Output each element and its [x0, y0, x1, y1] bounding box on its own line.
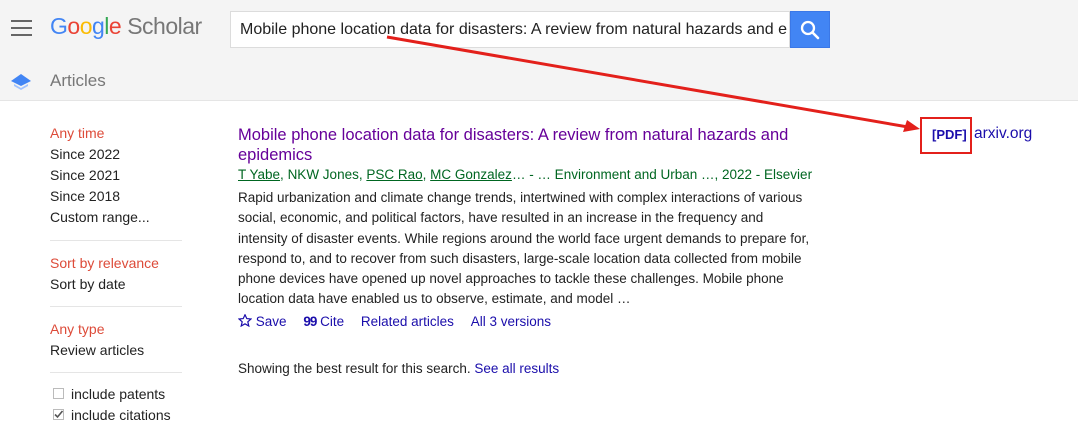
logo-scholar-text: Scholar: [127, 13, 202, 39]
logo-letter: g: [91, 13, 105, 39]
sidebar-divider: [50, 240, 182, 241]
best-result-note: Showing the best result for this search.…: [238, 361, 559, 376]
logo-letter: o: [79, 13, 93, 39]
author-link[interactable]: PSC Rao: [366, 167, 422, 182]
save-button[interactable]: Save: [237, 313, 290, 329]
include-citations-label[interactable]: include citations: [71, 407, 171, 423]
related-articles-link[interactable]: Related articles: [361, 314, 454, 329]
sidebar-divider: [50, 372, 182, 373]
result-actions: Save 99 Cite Related articles All 3 vers…: [237, 313, 551, 329]
save-label: Save: [255, 314, 287, 329]
filter-since-2022[interactable]: Since 2022: [50, 146, 120, 162]
filter-any-type[interactable]: Any type: [50, 321, 104, 337]
all-versions-link[interactable]: All 3 versions: [471, 314, 551, 329]
result-title-link[interactable]: Mobile phone location data for disasters…: [238, 125, 818, 165]
author-link[interactable]: T Yabe: [238, 167, 280, 182]
filter-any-time[interactable]: Any time: [50, 125, 104, 141]
author-link[interactable]: MC Gonzalez: [430, 167, 512, 182]
result-snippet: Rapid urbanization and climate change tr…: [238, 190, 810, 307]
star-icon: [237, 313, 253, 328]
include-citations-checkbox[interactable]: [53, 409, 64, 420]
filter-since-2021[interactable]: Since 2021: [50, 167, 120, 183]
search-box: [230, 11, 790, 48]
logo-letter: e: [108, 13, 122, 39]
include-patents-label[interactable]: include patents: [71, 386, 165, 402]
menu-icon[interactable]: [11, 20, 32, 36]
search-button[interactable]: [790, 11, 830, 48]
result-authors: T Yabe, NKW Jones, PSC Rao, MC Gonzalez……: [238, 167, 813, 182]
google-scholar-logo[interactable]: Google Scholar: [50, 13, 202, 40]
articles-label: Articles: [50, 71, 106, 90]
sort-by-date[interactable]: Sort by date: [50, 276, 126, 292]
search-input[interactable]: [231, 12, 788, 47]
result-title-line2: epidemics: [238, 146, 313, 164]
logo-letter: G: [50, 13, 68, 39]
sort-by-relevance[interactable]: Sort by relevance: [50, 255, 159, 271]
quote-icon: 99: [303, 314, 317, 329]
filter-since-2018[interactable]: Since 2018: [50, 188, 120, 204]
see-all-results-link[interactable]: See all results: [474, 361, 559, 376]
result-source: … - … Environment and Urban …, 2022 - El…: [511, 167, 813, 182]
cite-label: Cite: [320, 314, 345, 329]
sub-header-bar: [0, 62, 1078, 101]
search-icon: [800, 20, 820, 40]
filter-custom-range[interactable]: Custom range...: [50, 209, 150, 225]
checkmark-icon: [54, 410, 64, 419]
cite-button[interactable]: 99 Cite: [303, 314, 348, 329]
pdf-domain-link[interactable]: arxiv.org: [974, 125, 1032, 143]
articles-icon: [11, 74, 31, 90]
result-title-line1: Mobile phone location data for disasters…: [238, 126, 789, 144]
author-name: NKW Jones: [287, 167, 359, 182]
sidebar-divider: [50, 306, 182, 307]
annotation-highlight-box: [920, 117, 972, 154]
logo-letter: o: [67, 13, 80, 39]
best-result-text: Showing the best result for this search.: [238, 361, 471, 376]
filter-review-articles[interactable]: Review articles: [50, 342, 144, 358]
include-patents-checkbox[interactable]: [53, 388, 64, 399]
